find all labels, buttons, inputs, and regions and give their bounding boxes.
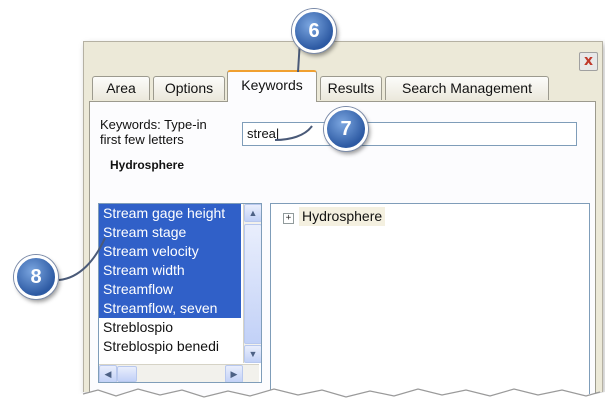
callout-6: 6 [292, 9, 336, 53]
scroll-down-icon[interactable]: ▼ [244, 345, 261, 363]
tab-results[interactable]: Results [320, 76, 382, 100]
callout-8: 8 [14, 255, 58, 299]
keywords-instruction-line1: Keywords: Type-in [100, 117, 207, 132]
tab-search-management[interactable]: Search Management [385, 76, 549, 100]
tree-node-hydrosphere[interactable]: Hydrosphere [299, 207, 386, 226]
search-dialog: x Area Options Keywords Results Search M… [83, 41, 603, 403]
keywords-instruction-line2: first few letters [100, 132, 184, 147]
list-item[interactable]: Streamflow [99, 280, 241, 299]
list-item[interactable]: Streamflow, seven [99, 299, 241, 318]
current-category: Hydrosphere [110, 158, 185, 172]
callout-8-leader [58, 237, 106, 281]
callout-7-leader [274, 125, 313, 141]
list-item[interactable]: Stream width [99, 261, 241, 280]
expand-icon[interactable]: + [283, 213, 294, 224]
tab-options[interactable]: Options [153, 76, 225, 100]
close-button[interactable]: x [579, 52, 598, 71]
keywords-instruction: Keywords: Type-in first few letters [100, 117, 240, 147]
list-item[interactable]: Stream stage [99, 223, 241, 242]
scroll-up-icon[interactable]: ▲ [244, 204, 261, 222]
scroll-thumb[interactable] [244, 224, 261, 344]
keyword-list[interactable]: Stream gage height Stream stage Stream vel… [98, 203, 262, 383]
tab-strip: Area Options Keywords Results Search Man… [89, 70, 589, 102]
list-item[interactable]: Streblospio [99, 318, 241, 337]
callout-7: 7 [324, 107, 368, 151]
list-item[interactable]: Stream velocity [99, 242, 241, 261]
keyword-tree[interactable]: + Hydrosphere [270, 203, 590, 394]
list-vertical-scrollbar[interactable]: ▲ ▼ [243, 204, 261, 363]
list-item[interactable]: Streblospio benedi [99, 337, 241, 356]
tab-area[interactable]: Area [92, 76, 150, 100]
torn-paper-edge [78, 388, 605, 408]
list-item[interactable]: Stream gage height [99, 204, 241, 223]
